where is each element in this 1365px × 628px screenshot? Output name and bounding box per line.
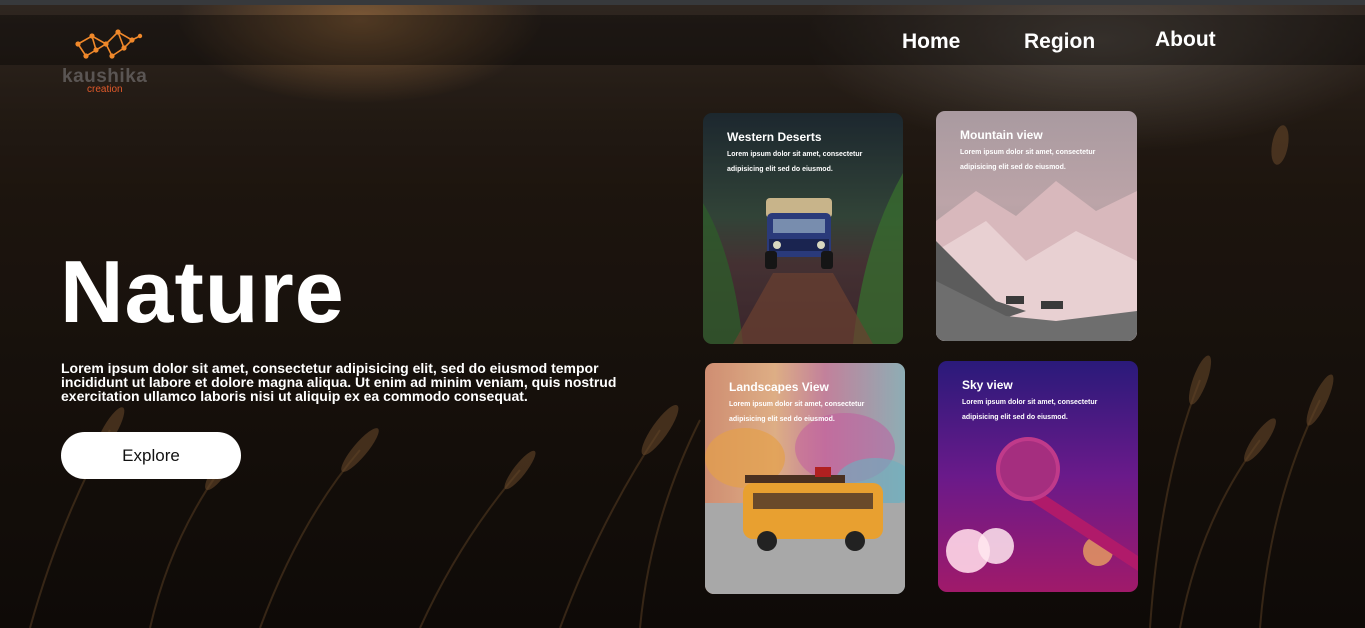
nav-about-link[interactable]: About [1155, 28, 1216, 52]
card-text: Lorem ipsum dolor sit amet, consectetur … [729, 401, 865, 423]
card-landscapes-view[interactable]: Landscapes View Lorem ipsum dolor sit am… [705, 363, 905, 594]
card-title: Sky view [962, 378, 1013, 392]
card-text: Lorem ipsum dolor sit amet, consectetur … [962, 399, 1098, 421]
card-title: Landscapes View [729, 380, 829, 394]
nav-region-link[interactable]: Region [1024, 30, 1095, 54]
hero-description: Lorem ipsum dolor sit amet, consectetur … [61, 360, 617, 404]
card-title: Western Deserts [727, 130, 822, 144]
card-text: Lorem ipsum dolor sit amet, consectetur … [727, 151, 863, 173]
explore-button[interactable]: Explore [61, 432, 241, 479]
card-mountain-view[interactable]: Mountain view Lorem ipsum dolor sit amet… [936, 111, 1137, 341]
card-western-deserts[interactable]: Western Deserts Lorem ipsum dolor sit am… [703, 113, 903, 344]
card-sky-view[interactable]: Sky view Lorem ipsum dolor sit amet, con… [938, 361, 1138, 592]
card-text: Lorem ipsum dolor sit amet, consectetur … [960, 149, 1096, 171]
main-nav: Home Region About [0, 26, 1365, 56]
hero-title: Nature [60, 242, 345, 341]
nav-home-link[interactable]: Home [902, 30, 960, 54]
card-title: Mountain view [960, 128, 1043, 142]
logo-tagline: creation [87, 84, 123, 95]
